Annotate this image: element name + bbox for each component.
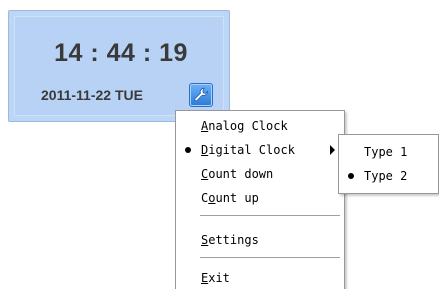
menu-item-exit[interactable]: Exit [177, 266, 343, 289]
submenu-item-label: Type 2 [364, 169, 408, 183]
menu-item-settings[interactable]: Settings [177, 228, 343, 252]
clock-widget[interactable]: 14 : 44 : 19 2011-11-22 TUE [8, 10, 230, 122]
digital-clock-submenu: Type 1 Type 2 [338, 134, 439, 194]
wrench-icon [194, 87, 208, 102]
menu-item-count-up[interactable]: Count up [177, 186, 343, 210]
menu-item-label: Settings [201, 233, 259, 247]
selected-bullet-icon [348, 173, 354, 179]
menu-item-count-down[interactable]: Count down [177, 162, 343, 186]
submenu-item-type-2[interactable]: Type 2 [340, 164, 437, 188]
clock-face: 14 : 44 : 19 2011-11-22 TUE [14, 16, 224, 116]
menu-separator [200, 257, 340, 258]
submenu-arrow-icon [330, 145, 335, 155]
menu-item-analog-clock[interactable]: Analog Clock [177, 114, 343, 138]
clock-date: 2011-11-22 TUE [41, 87, 143, 103]
submenu-item-type-1[interactable]: Type 1 [340, 140, 437, 164]
clock-time: 14 : 44 : 19 [54, 39, 188, 67]
menu-item-digital-clock[interactable]: Digital Clock [177, 138, 343, 162]
menu-separator [200, 215, 340, 216]
menu-item-label: Count up [201, 191, 259, 205]
menu-item-label: Exit [201, 271, 230, 285]
selected-bullet-icon [185, 147, 191, 153]
context-menu: Analog Clock Digital Clock Count down Co… [175, 110, 345, 289]
menu-item-label: Analog Clock [201, 119, 288, 133]
submenu-item-label: Type 1 [364, 145, 408, 159]
menu-item-label: Count down [201, 167, 274, 181]
menu-item-label: Digital Clock [201, 143, 295, 157]
settings-button[interactable] [189, 83, 213, 107]
